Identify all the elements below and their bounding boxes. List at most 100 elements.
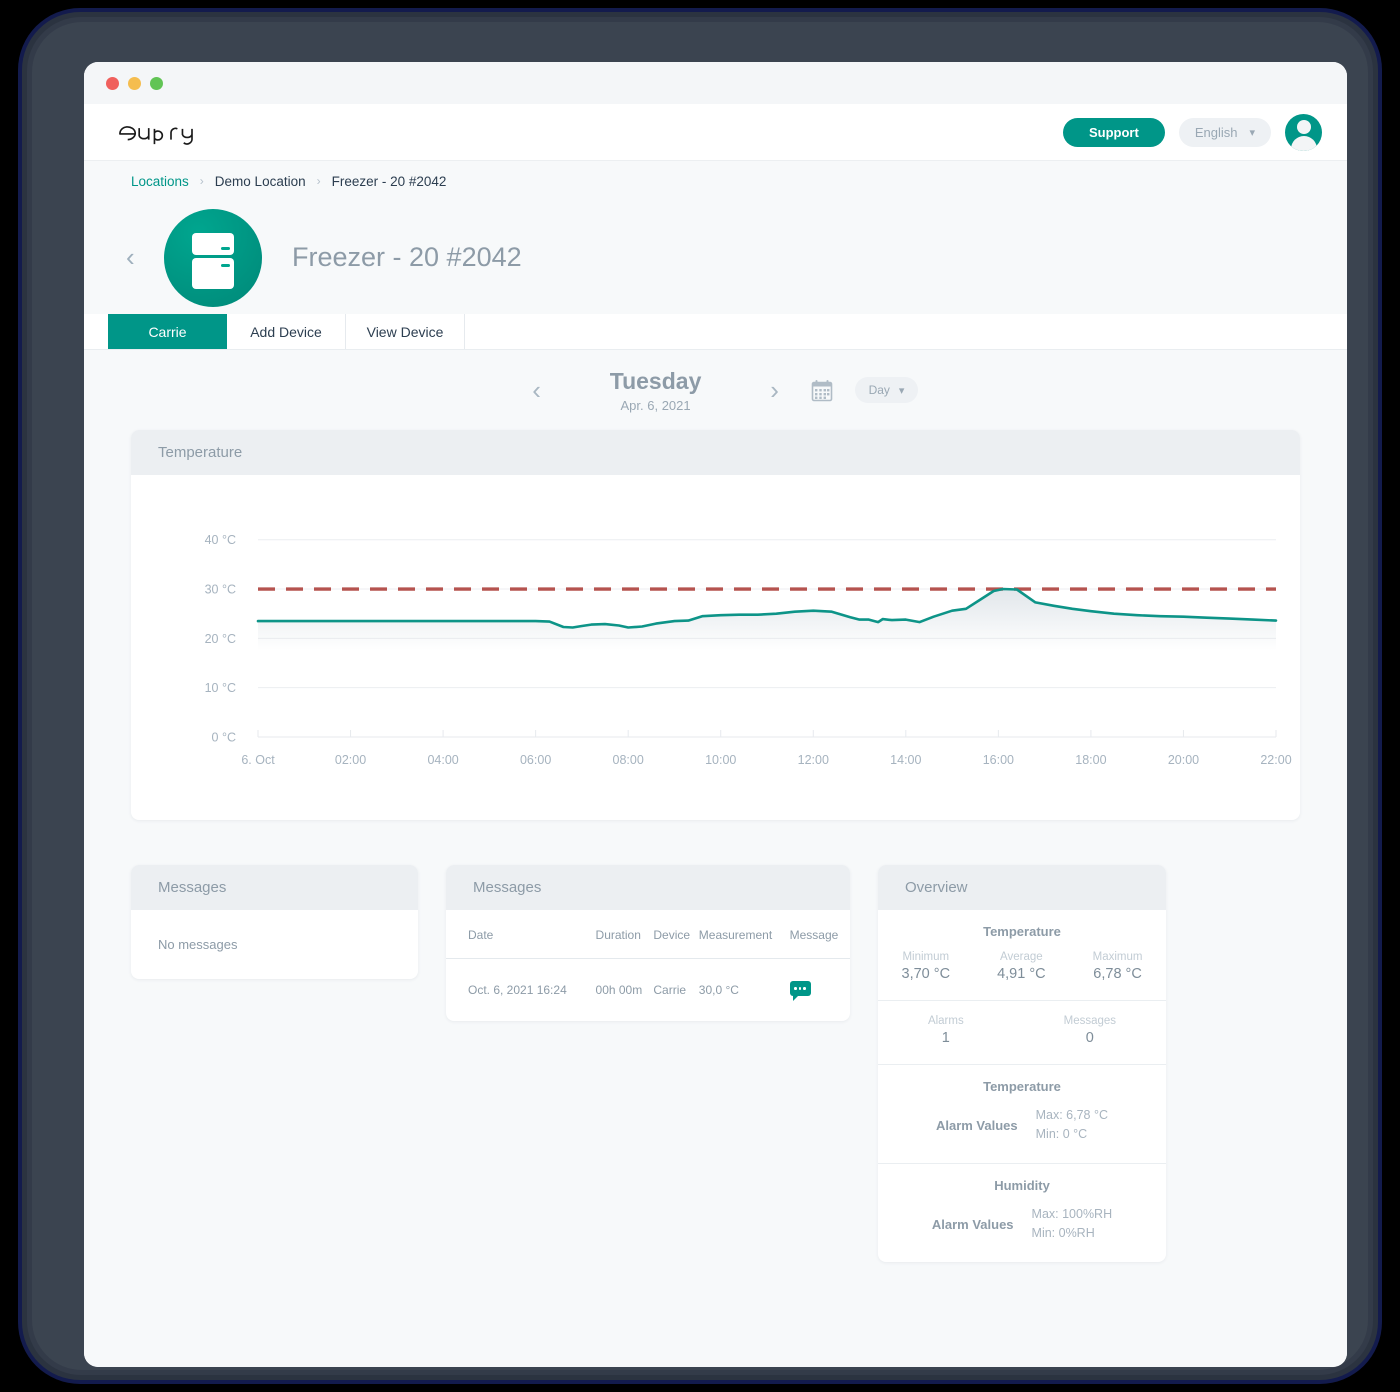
minimize-window-button[interactable] [128,76,141,90]
window-titlebar [84,62,1347,104]
temperature-alarm-heading: Temperature [983,1079,1061,1094]
language-label: English [1194,124,1238,140]
avatar-body [1290,135,1317,151]
svg-text:20:00: 20:00 [1168,753,1199,767]
messages-table: Date Duration Device Measurement Message… [446,910,850,1021]
freezer-handle-top [221,246,230,250]
eupry-logo[interactable] [116,118,212,146]
app-header: Support English ▾ [84,104,1347,161]
user-avatar[interactable] [1285,113,1322,151]
table-row[interactable]: Oct. 6, 2021 16:24 00h 00m Carrie 30,0 °… [446,959,850,1022]
overview-temperature-heading: Temperature [983,924,1061,939]
chevron-down-icon: ▾ [1249,126,1255,139]
breadcrumb-item-locations[interactable]: Locations [131,174,189,189]
humidity-alarm-heading: Humidity [994,1177,1050,1193]
date-navigation: ‹ Tuesday Apr. 6, 2021 › Day ▾ [84,350,1347,430]
tab-add-device[interactable]: Add Device [227,314,346,349]
date-label: Apr. 6, 2021 [620,397,691,413]
page-content: ‹ Tuesday Apr. 6, 2021 › Day ▾ Temperatu… [84,350,1347,1367]
overview-title: Overview [878,865,1166,910]
maximize-window-button[interactable] [150,76,163,90]
cell-message [789,959,850,1022]
message-bubble-icon[interactable] [789,981,811,1001]
svg-text:08:00: 08:00 [613,753,644,767]
freezer-top-door [192,232,234,255]
messages-right-title: Messages [446,865,850,910]
svg-text:10 °C: 10 °C [205,681,236,695]
stat-average: Average 4,91 °C [997,951,1046,982]
tab-carrie[interactable]: Carrie [108,314,227,349]
chart-card-title: Temperature [131,430,1300,475]
breadcrumb-separator-icon: › [316,174,321,188]
breadcrumb: Locations › Demo Location › Freezer - 20… [84,161,1347,201]
page-title-area: ‹ Freezer - 20 #2042 [84,201,1347,314]
current-date-display: Tuesday Apr. 6, 2021 [561,368,751,413]
stat-minimum: Minimum 3,70 °C [902,951,951,982]
stat-maximum-label: Maximum [1092,951,1143,963]
device-frame-inner: Support English ▾ Locations › Demo Locat… [27,17,1373,1375]
stat-average-label: Average [1000,951,1043,963]
support-button[interactable]: Support [1063,117,1165,147]
weekday-label: Tuesday [609,367,702,394]
svg-text:10:00: 10:00 [705,753,736,767]
chart-plot-area[interactable]: 0 °C 10 °C 20 °C 30 °C 40 °C 6. Oct 02:00 04:0… [131,475,1300,809]
freezer-handle-bottom [221,263,230,267]
overview-temperature-alarm-section: Temperature Alarm Values Max: 6,78 °C Mi… [878,1065,1166,1164]
count-messages-value: 0 [1085,1030,1094,1046]
messages-empty-card: Messages No messages [131,865,418,979]
svg-text:30 °C: 30 °C [205,583,236,597]
count-alarms: Alarms 1 [928,1015,964,1046]
humidity-alarm-range: Max: 100%RH Min: 0%RH [1032,1205,1113,1244]
calendar-icon[interactable] [799,379,845,402]
stat-average-value: 4,91 °C [997,966,1046,982]
device-frame-inner2: Support English ▾ Locations › Demo Locat… [32,22,1368,1370]
avatar-head [1296,119,1311,134]
breadcrumb-item-current: Freezer - 20 #2042 [331,173,447,189]
svg-text:6. Oct: 6. Oct [241,753,275,767]
temperature-alarm-values: Alarm Values Max: 6,78 °C Min: 0 °C [878,1106,1166,1145]
chevron-down-icon: ▾ [898,384,905,397]
svg-text:0 °C: 0 °C [212,731,236,745]
svg-text:04:00: 04:00 [427,753,458,767]
column-device: Device [653,910,699,959]
column-message: Message [789,910,850,959]
svg-text:20 °C: 20 °C [205,632,236,646]
humidity-alarm-label: Alarm Values [931,1216,1014,1232]
svg-text:22:00: 22:00 [1260,753,1291,767]
next-day-button[interactable]: › [751,375,799,406]
svg-text:14:00: 14:00 [890,753,921,767]
chart-x-axis-labels: 6. Oct 02:00 04:00 06:00 08:00 10:00 12:00 14:0… [241,730,1292,767]
period-selector[interactable]: Day ▾ [854,377,919,403]
messages-left-title: Messages [131,865,418,910]
svg-text:02:00: 02:00 [335,753,366,767]
tab-view-device[interactable]: View Device [346,314,465,349]
humidity-alarm-values: Alarm Values Max: 100%RH Min: 0%RH [878,1205,1166,1244]
cell-duration: 00h 00m [595,983,643,997]
no-messages-text: No messages [158,937,238,952]
overview-humidity-alarm-section: Humidity Alarm Values Max: 100%RH Min: 0… [878,1164,1166,1262]
stat-maximum-value: 6,78 °C [1093,966,1142,982]
count-messages: Messages 0 [1064,1015,1116,1046]
column-measurement: Measurement [698,910,790,959]
browser-window: Support English ▾ Locations › Demo Locat… [84,62,1347,1367]
messages-table-card: Messages Date Duration Device Measuremen… [446,865,850,1021]
header-actions: Support English ▾ [1063,113,1322,151]
language-selector[interactable]: English ▾ [1178,117,1271,147]
temperature-alarm-min: Min: 0 °C [1035,1127,1088,1142]
count-alarms-label: Alarms [927,1015,964,1027]
count-messages-label: Messages [1063,1015,1117,1027]
previous-day-button[interactable]: ‹ [513,375,561,406]
overview-temperature-section: Temperature Minimum 3,70 °C Average 4,91… [878,910,1166,1001]
close-window-button[interactable] [106,76,119,90]
stat-minimum-label: Minimum [902,951,950,963]
svg-text:12:00: 12:00 [798,753,829,767]
breadcrumb-item-demo-location[interactable]: Demo Location [215,174,306,189]
svg-text:18:00: 18:00 [1075,753,1106,767]
overview-temperature-stats: Minimum 3,70 °C Average 4,91 °C Maximum … [878,951,1166,982]
freezer-bottom-door [192,257,234,289]
period-label: Day [868,383,890,397]
chart-y-axis-labels: 0 °C 10 °C 20 °C 30 °C 40 °C [205,533,236,744]
back-button[interactable]: ‹ [126,242,160,273]
svg-text:06:00: 06:00 [520,753,551,767]
bubble-dots [790,981,811,996]
